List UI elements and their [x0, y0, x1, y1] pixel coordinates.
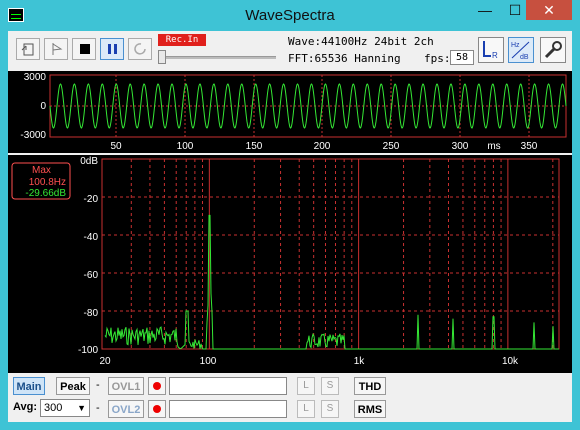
main-button[interactable]: Main — [13, 377, 45, 395]
chevron-down-icon: ▼ — [77, 403, 86, 413]
ovl1-l-button[interactable]: L — [297, 377, 315, 395]
max-title: Max — [32, 165, 51, 176]
svg-text:R: R — [492, 51, 498, 60]
refresh-icon — [134, 43, 146, 55]
wave-x-label: 150 — [246, 141, 263, 152]
fps-value: 58 — [450, 50, 474, 65]
ovl2-button[interactable]: OVL2 — [108, 400, 144, 418]
spec-y-label: -60 — [84, 270, 99, 281]
spec-y-label: -40 — [84, 232, 99, 243]
wave-x-label: 350 — [521, 141, 538, 152]
dash-separator: - — [96, 379, 100, 391]
wrench-icon — [544, 41, 562, 59]
rec-in-label[interactable]: Rec.In — [158, 34, 206, 46]
client-area: Rec.In Wave:44100Hz 24bit 2ch FFT:65536 … — [8, 31, 572, 422]
slider-track — [160, 56, 276, 59]
wave-y-label: -3000 — [20, 130, 46, 141]
svg-text:Hz: Hz — [511, 42, 520, 49]
ovl2-name-field[interactable] — [169, 400, 287, 418]
spec-x-label: 10k — [502, 356, 519, 367]
spec-y-label: -80 — [84, 308, 99, 319]
ovl1-record-button[interactable] — [148, 377, 166, 395]
channel-lr-button[interactable]: R — [478, 37, 504, 63]
fft-info: FFT:65536 Hanning — [288, 52, 401, 65]
avg-select[interactable]: 300 ▼ — [40, 399, 90, 417]
spectrum-panel[interactable]: Max 100.8Hz -29.66dB 0dB -20 -40 -60 -80… — [8, 155, 572, 373]
thd-button[interactable]: THD — [354, 377, 386, 395]
stop-button[interactable] — [72, 38, 96, 60]
title-bar: WaveSpectra — ☐ ✕ — [0, 0, 580, 33]
pause-button[interactable] — [100, 38, 124, 60]
hz-db-icon: HzdB — [511, 41, 530, 61]
spec-x-label: 1k — [354, 356, 366, 367]
settings-button[interactable] — [540, 37, 566, 63]
max-frequency: 100.8Hz — [29, 177, 66, 188]
hz-db-button[interactable]: Hz dB — [508, 37, 534, 63]
close-button[interactable]: ✕ — [526, 0, 572, 20]
wave-x-label: 250 — [383, 141, 400, 152]
ovl1-button[interactable]: OVL1 — [108, 377, 144, 395]
max-readout: Max 100.8Hz -29.66dB — [11, 162, 71, 200]
wave-x-label: 300 — [452, 141, 469, 152]
fps-label: fps: — [424, 52, 451, 65]
avg-value: 300 — [44, 402, 63, 414]
bottom-controls: Main Peak - OVL1 L S THD Avg: 300 ▼ - OV… — [8, 374, 572, 422]
minimize-button[interactable]: — — [470, 0, 500, 20]
slider-thumb[interactable] — [158, 50, 166, 64]
wave-y-label: 0 — [40, 101, 46, 112]
stop-icon — [80, 44, 90, 54]
play-file-button[interactable] — [44, 38, 68, 60]
wave-y-label: 3000 — [24, 72, 47, 83]
max-level: -29.66dB — [25, 188, 66, 199]
toolbar: Rec.In Wave:44100Hz 24bit 2ch FFT:65536 … — [8, 31, 572, 71]
channel-lr-icon: R — [483, 41, 498, 60]
open-file-button[interactable] — [16, 38, 40, 60]
wave-x-label: 50 — [110, 141, 122, 152]
wave-x-label: 200 — [314, 141, 331, 152]
ovl2-l-button[interactable]: L — [297, 400, 315, 418]
open-file-icon — [21, 43, 34, 56]
rms-button[interactable]: RMS — [354, 400, 386, 418]
ovl2-s-button[interactable]: S — [321, 400, 339, 418]
dash-separator: - — [96, 402, 100, 414]
pause-icon — [108, 44, 117, 54]
avg-label: Avg: — [13, 401, 38, 413]
peak-button[interactable]: Peak — [56, 377, 90, 395]
spec-y-label: 0dB — [80, 156, 98, 167]
waveform-plot: 3000 0 -3000 50 100 150 200 250 300 ms 3… — [20, 72, 567, 152]
app-window: WaveSpectra — ☐ ✕ Rec.In Wave:44100Hz 24… — [0, 0, 580, 430]
spec-y-label: -100 — [78, 345, 98, 356]
spec-y-label: -20 — [84, 194, 99, 205]
spectrum-plot: Max 100.8Hz -29.66dB 0dB -20 -40 -60 -80… — [11, 156, 560, 367]
play-file-icon — [52, 43, 63, 55]
svg-text:dB: dB — [520, 54, 529, 61]
spec-x-label: 20 — [99, 356, 111, 367]
waveform-panel[interactable]: 3000 0 -3000 50 100 150 200 250 300 ms 3… — [8, 71, 572, 153]
wave-x-label: 100 — [177, 141, 194, 152]
refresh-button[interactable] — [128, 38, 152, 60]
wave-x-unit: ms — [487, 141, 500, 152]
input-level-slider[interactable] — [158, 50, 278, 64]
spec-x-label: 100 — [200, 356, 217, 367]
ovl1-s-button[interactable]: S — [321, 377, 339, 395]
ovl1-name-field[interactable] — [169, 377, 287, 395]
wave-info: Wave:44100Hz 24bit 2ch — [288, 35, 434, 48]
ovl2-record-button[interactable] — [148, 400, 166, 418]
